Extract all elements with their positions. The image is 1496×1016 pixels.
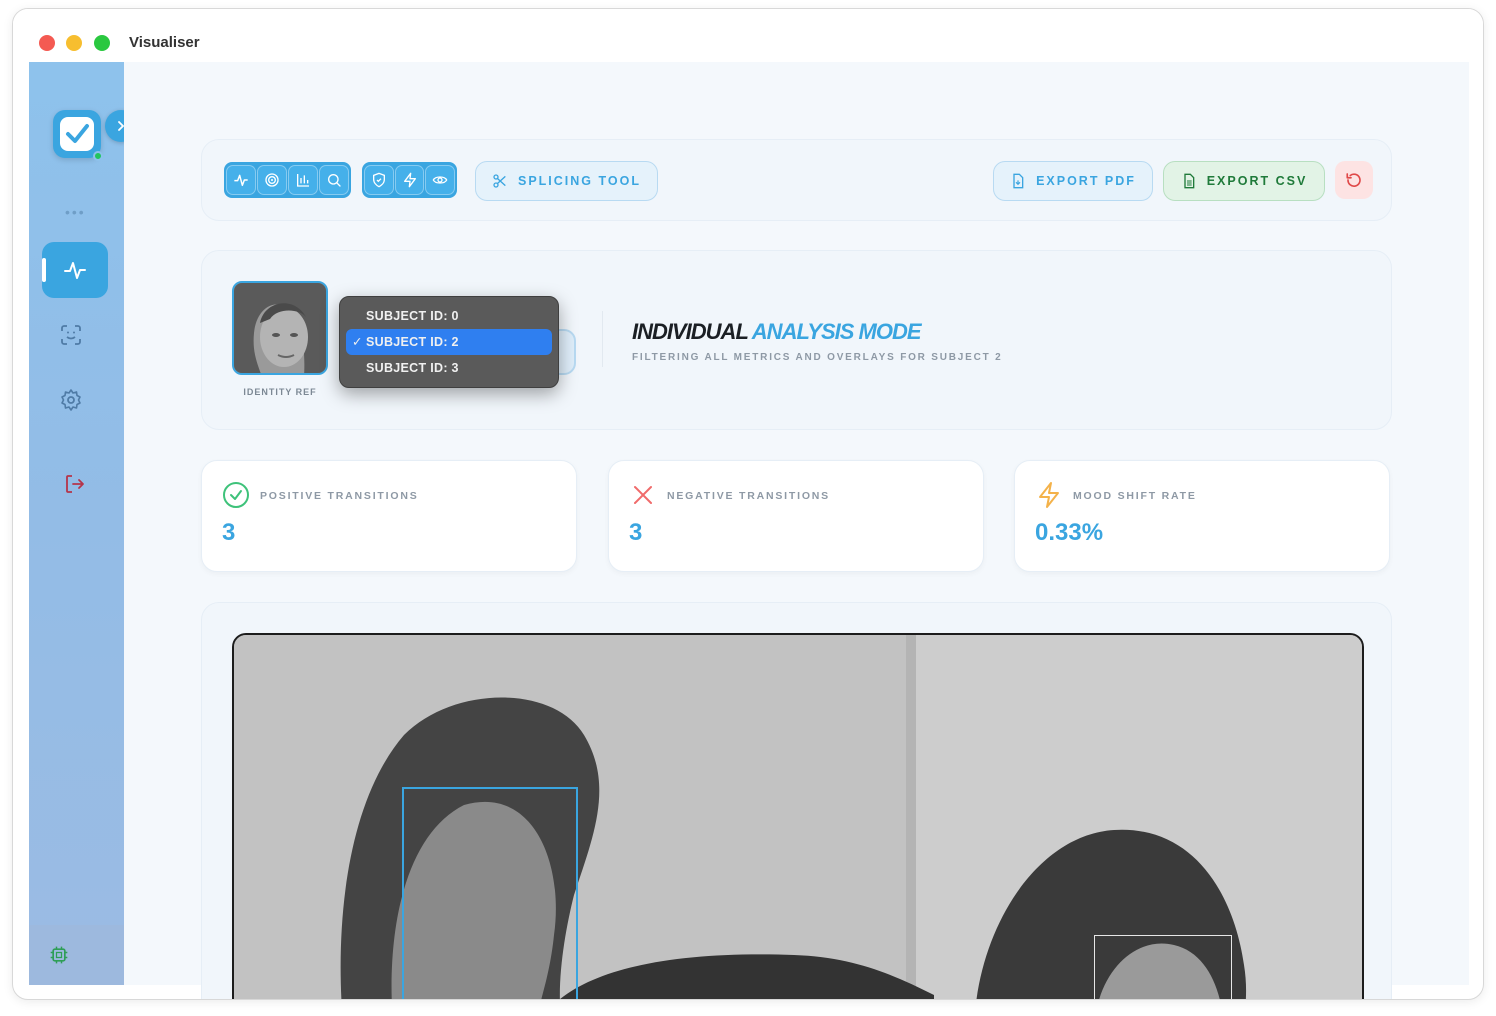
chart-tool-button[interactable] [288,165,318,195]
mode-title-dark: INDIVIDUAL [632,319,748,344]
file-csv-icon [1184,173,1195,189]
positive-transitions-label: POSITIVE TRANSITIONS [260,490,419,502]
subject-option-0[interactable]: SUBJECT ID: 0 [346,303,552,329]
negative-transitions-card: NEGATIVE TRANSITIONS 3 [608,460,984,572]
mode-subtitle: FILTERING ALL METRICS AND OVERLAYS FOR S… [632,352,1003,363]
mood-shift-rate-label: MOOD SHIFT RATE [1073,490,1197,502]
target-icon [265,173,279,187]
sidebar: ••• [29,62,137,985]
video-card [201,602,1392,999]
toolbar: SPLICING TOOL EXPORT PDF EXPORT CSV [201,139,1392,221]
target-tool-button[interactable] [257,165,287,195]
subject-option-2[interactable]: ✓ SUBJECT ID: 2 [346,329,552,355]
video-frame[interactable] [232,633,1364,999]
negative-transitions-value: 3 [629,519,643,546]
export-csv-label: EXPORT CSV [1206,174,1308,188]
minimize-window-button[interactable] [66,35,82,51]
x-icon [634,486,652,504]
identity-ref-label: IDENTITY REF [243,387,317,397]
subject-option-3[interactable]: SUBJECT ID: 3 [346,355,552,381]
more-dots[interactable]: ••• [65,204,86,220]
bar-chart-icon [297,174,309,187]
splicing-tool-label: SPLICING TOOL [518,174,641,188]
active-indicator [42,258,46,282]
export-csv-button[interactable]: EXPORT CSV [1163,161,1325,201]
cpu-icon [50,946,68,964]
mode-title: INDIVIDUAL ANALYSIS MODE [632,319,922,345]
eye-icon [432,176,448,184]
file-pdf-icon [1013,173,1024,189]
reset-icon [1346,173,1361,187]
activity-icon [234,174,248,187]
zoom-window-button[interactable] [94,35,110,51]
search-tool-button[interactable] [319,165,349,195]
face-detection-box [402,787,578,999]
main-content: SPLICING TOOL EXPORT PDF EXPORT CSV IDEN… [124,62,1469,999]
mood-shift-rate-card: MOOD SHIFT RATE 0.33% [1014,460,1390,572]
checkmark-icon: ✓ [352,335,363,349]
search-icon [328,174,341,187]
face-detection-box-secondary [1094,935,1232,999]
splicing-tool-button[interactable]: SPLICING TOOL [475,161,658,201]
mode-title-blue: ANALYSIS MODE [751,319,922,344]
mood-shift-rate-value: 0.33% [1035,519,1104,546]
subject-option-2-label: SUBJECT ID: 2 [366,335,459,349]
lightning-tool-button[interactable] [394,165,425,195]
eye-tool-button[interactable] [425,165,456,195]
shield-icon [372,172,385,188]
vertical-divider [602,311,603,367]
title-bar: Visualiser [13,9,1483,61]
overlay-tool-group [362,162,457,198]
check-square-icon [60,117,94,151]
sidebar-footer [29,925,124,985]
positive-transitions-value: 3 [222,519,236,546]
analysis-mode-card: IDENTITY REF SUBJECT ID: 0 ✓ SUBJECT ID:… [201,250,1392,430]
lightning-icon [1039,482,1059,508]
gear-icon[interactable] [59,388,83,412]
close-window-button[interactable] [39,35,55,51]
face-photo [234,283,326,373]
positive-transitions-card: POSITIVE TRANSITIONS 3 [201,460,577,572]
app-logo[interactable] [53,110,101,158]
window-title: Visualiser [129,34,200,51]
online-status-dot [93,151,103,161]
app-window: Visualiser ••• SPLICING TOOL EXPORT PDF … [12,8,1484,1000]
activity-icon [64,262,86,279]
logout-icon[interactable] [63,472,87,496]
face-scan-icon[interactable] [59,323,83,347]
scissors-icon [493,174,506,188]
view-tool-group [224,162,351,198]
negative-transitions-label: NEGATIVE TRANSITIONS [667,490,830,502]
activity-tool-button[interactable] [226,165,256,195]
identity-avatar [232,281,328,375]
export-pdf-label: EXPORT PDF [1036,174,1136,188]
reset-button[interactable] [1335,161,1373,199]
check-circle-icon [223,482,249,508]
lightning-icon [403,172,416,188]
subject-dropdown-menu: SUBJECT ID: 0 ✓ SUBJECT ID: 2 SUBJECT ID… [339,296,559,388]
shield-tool-button[interactable] [364,165,394,195]
sidebar-item-activity[interactable] [42,242,108,298]
export-pdf-button[interactable]: EXPORT PDF [993,161,1153,201]
